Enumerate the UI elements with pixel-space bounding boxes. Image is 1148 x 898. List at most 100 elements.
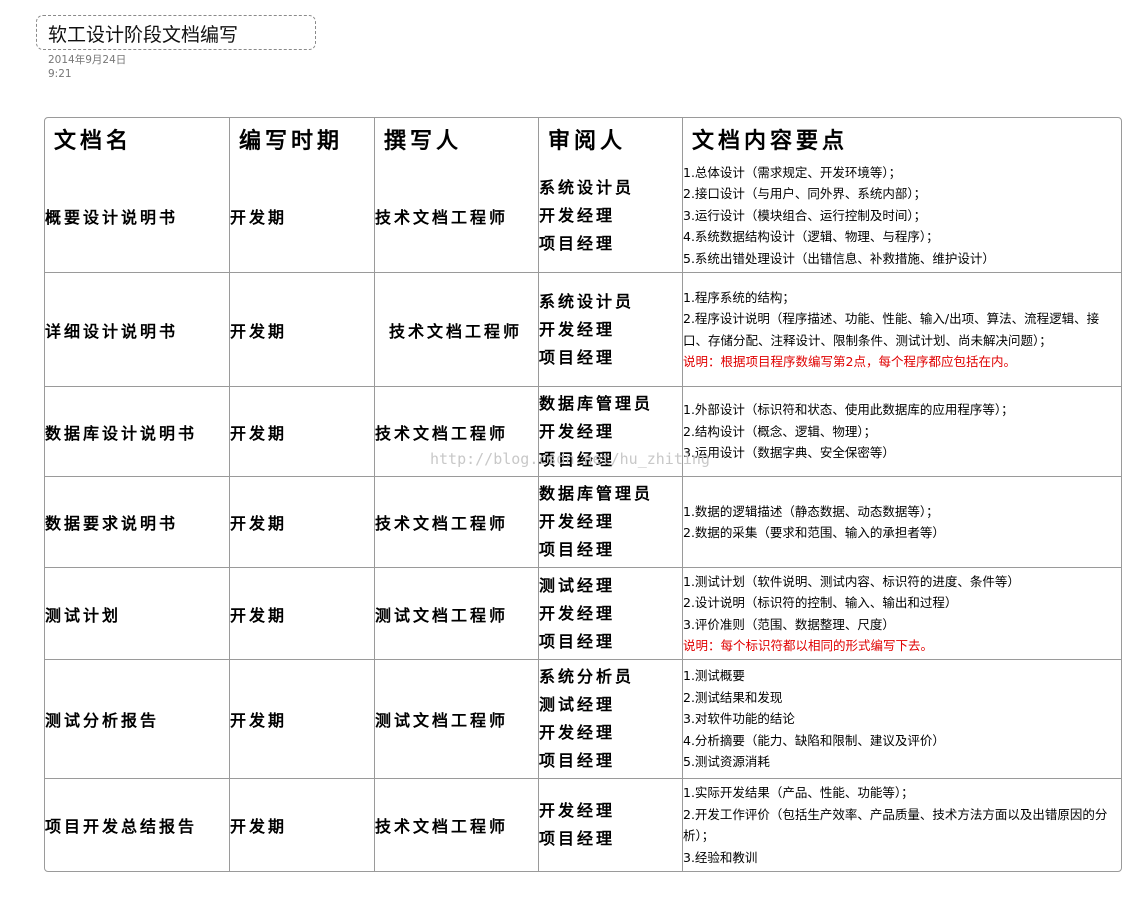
reviewer-cell: 数据库管理员 开发经理项目经理: [539, 387, 683, 477]
content-point: 2.接口设计（与用户、同外界、系统内部）；: [683, 186, 927, 202]
content-point: 2.开发工作评价（包括生产效率、产品质量、技术方法方面以及出错原因的分析）；: [683, 806, 1108, 844]
reviewer-cell: 开发经理 项目经理: [539, 779, 683, 871]
table-row: 项目开发总结报告 开发期 技术文档工程师 开发经理 项目经理 1.实际开发结果（产品、性能…: [45, 779, 1121, 871]
reviewer-cell: 系统设计员开发经理项目经理: [539, 159, 683, 273]
content-point: 4.分析摘要（能力、缺陷和限制、建议及评价）: [683, 732, 945, 748]
author-cell: 技术文档工程师: [375, 159, 539, 273]
content-cell: 1.外部设计（标识符和状态、使用此数据库的应用程序等）； 2.结构设计（概念、逻辑…: [683, 387, 1121, 477]
doc-name-cell: 数据库设计说明书: [45, 387, 230, 477]
reviewer-name: 测试经理: [539, 695, 616, 714]
reviewer-cell: 数据库管理员 开发经理项目经理: [539, 477, 683, 568]
page-title: 软工设计阶段文档编写: [36, 15, 316, 50]
content-note: 说明：每个标识符都以相同的形式编写下去。: [683, 638, 934, 653]
reviewer-name: 开发经理: [539, 603, 616, 623]
doc-name-cell: 数据要求说明书: [45, 477, 230, 568]
content-point: 1.数据的逻辑描述（静态数据、动态数据等）；: [683, 503, 939, 519]
reviewer-name: 项目经理: [539, 631, 616, 651]
reviewer-name: 系统设计员: [539, 291, 635, 311]
doc-name-cell: 测试计划: [45, 568, 230, 660]
reviewer-name: 开发经理: [539, 801, 616, 820]
table-row: 概要设计说明书 开发期 技术文档工程师 系统设计员 开发经理 项目经理 1.总体设计（需求规…: [45, 159, 1121, 273]
reviewer-name: 项目经理: [539, 751, 616, 770]
author-cell: 技术文档工程师: [375, 477, 539, 568]
header-content: 文档内容要点: [692, 127, 849, 154]
content-point: 2.数据的采集（要求和范围、输入的承担者等）: [683, 525, 945, 540]
content-point: 1.总体设计（需求规定、开发环境等）；: [683, 164, 902, 180]
content-point: 2.测试结果和发现: [683, 689, 783, 705]
reviewer-name: 项目经理: [539, 347, 616, 367]
content-point: 3.运用设计（数据字典、安全保密等）: [683, 445, 895, 461]
reviewer-cell: 系统分析员测试经理开发经理项目经理: [539, 660, 683, 779]
period-cell: 开发期: [230, 477, 375, 568]
content-point: 1.测试计划（软件说明、测试内容、标识符的进度、条件等）: [683, 573, 1020, 589]
author-cell: 技术文档工程师: [375, 387, 539, 477]
content-point: 1.外部设计（标识符和状态、使用此数据库的应用程序等）；: [683, 402, 1014, 418]
documents-table: 文档名 编写时期 撰写人 审阅人 文档内容要点 概要设计说明书 开发期 技术文档工程…: [44, 117, 1122, 872]
page-time: 9:21: [48, 68, 72, 80]
table-row: 详细设计说明书 开发期 技术文档工程师 系统设计员 开发经理 项目经理 1.程序系统的结构；…: [45, 273, 1121, 387]
reviewer-name: 项目经理: [539, 233, 616, 253]
content-point: 3.运行设计（模块组合、运行控制及时间）；: [683, 207, 927, 223]
table-row: 测试分析报告 开发期 测试文档工程师 系统分析员 测试经理 开发经理 项目经理 1.测试概要 2…: [45, 660, 1121, 779]
content-point: 1.程序系统的结构；: [683, 289, 795, 305]
content-point: 3.经验和教训: [683, 849, 758, 865]
content-point: 1.实际开发结果（产品、性能、功能等）；: [683, 785, 914, 800]
content-point: 3.对软件功能的结论: [683, 711, 795, 727]
reviewer-name: 开发经理: [539, 512, 616, 531]
content-point: 3.评价准则（范围、数据整理、尺度）: [683, 616, 895, 632]
doc-name-cell: 详细设计说明书: [45, 273, 230, 387]
reviewer-cell: 测试经理开发经理项目经理: [539, 568, 683, 660]
reviewer-name: 项目经理: [539, 449, 616, 469]
table-body: 概要设计说明书 开发期 技术文档工程师 系统设计员 开发经理 项目经理 1.总体设计（需求规…: [45, 159, 1121, 871]
header-author: 撰写人: [375, 118, 539, 159]
page-timestamp: 2014年9月24日 9:21: [48, 53, 126, 81]
reviewer-name: 数据库管理员: [539, 393, 654, 413]
author-cell: 测试文档工程师: [375, 568, 539, 660]
page-date: 2014年9月24日: [48, 54, 127, 66]
header-doc-name: 文档名: [45, 118, 230, 159]
header-reviewer: 审阅人: [539, 118, 683, 159]
content-point: 4.系统数据结构设计（逻辑、物理、与程序）；: [683, 229, 939, 245]
table-header-row: 文档名 编写时期 撰写人 审阅人 文档内容要点: [45, 118, 1121, 159]
reviewer-name: 开发经理: [539, 319, 616, 339]
doc-name-cell: 概要设计说明书: [45, 159, 230, 273]
reviewer-name: 开发经理: [539, 723, 616, 742]
content-cell: 1.总体设计（需求规定、开发环境等）； 2.接口设计（与用户、同外界、系统内部）；…: [683, 159, 1121, 273]
content-point: 2.结构设计（概念、逻辑、物理）；: [683, 423, 877, 439]
author-cell: 技术文档工程师: [375, 779, 539, 871]
author-cell: 技术文档工程师: [375, 273, 539, 387]
reviewer-name: 开发经理: [539, 205, 616, 225]
content-point: 2.设计说明（标识符的控制、输入、输出和过程）: [683, 595, 958, 610]
content-point: 5.系统出错处理设计（出错信息、补救措施、维护设计）: [683, 250, 995, 266]
content-point: 2.程序设计说明（程序描述、功能、性能、输入/出项、算法、流程逻辑、接口、存储分…: [683, 311, 1100, 348]
period-cell: 开发期: [230, 568, 375, 660]
reviewer-name: 系统分析员: [539, 667, 635, 686]
period-cell: 开发期: [230, 660, 375, 779]
content-note: 说明：根据项目程序数编写第2点，每个程序都应包括在内。: [683, 354, 1016, 369]
period-cell: 开发期: [230, 387, 375, 477]
content-cell: 1.测试计划（软件说明、测试内容、标识符的进度、条件等） 2.设计说明（标识符的控…: [683, 568, 1121, 660]
doc-name-cell: 项目开发总结报告: [45, 779, 230, 871]
reviewer-name: 数据库管理员: [539, 484, 654, 503]
table-row: 测试计划 开发期 测试文档工程师 测试经理 开发经理 项目经理 1.测试计划（软件说明、测试…: [45, 568, 1121, 660]
content-cell: 1.程序系统的结构； 2.程序设计说明（程序描述、功能、性能、输入/出项、算法、流…: [683, 273, 1121, 387]
table-row: 数据要求说明书 开发期 技术文档工程师 数据库管理员 开发经理 项目经理 1.数据的逻辑描述…: [45, 477, 1121, 568]
doc-name-cell: 测试分析报告: [45, 660, 230, 779]
reviewer-name: 测试经理: [539, 575, 616, 595]
reviewer-name: 项目经理: [539, 540, 616, 559]
reviewer-name: 系统设计员: [539, 177, 635, 197]
content-cell: 1.测试概要 2.测试结果和发现 3.对软件功能的结论 4.分析摘要（能力、缺陷和限制…: [683, 660, 1121, 779]
header-period: 编写时期: [230, 118, 375, 159]
period-cell: 开发期: [230, 779, 375, 871]
table-row: 数据库设计说明书 开发期 技术文档工程师 数据库管理员 开发经理 项目经理 1.外部设计（标…: [45, 387, 1121, 477]
content-point: 5.测试资源消耗: [683, 754, 770, 770]
content-point: 1.测试概要: [683, 668, 745, 684]
period-cell: 开发期: [230, 159, 375, 273]
content-cell: 1.实际开发结果（产品、性能、功能等）； 2.开发工作评价（包括生产效率、产品质量…: [683, 779, 1121, 871]
content-cell: 1.数据的逻辑描述（静态数据、动态数据等）； 2.数据的采集（要求和范围、输入的承…: [683, 477, 1121, 568]
period-cell: 开发期: [230, 273, 375, 387]
reviewer-name: 开发经理: [539, 421, 616, 441]
reviewer-name: 项目经理: [539, 829, 616, 848]
author-cell: 测试文档工程师: [375, 660, 539, 779]
reviewer-cell: 系统设计员开发经理项目经理: [539, 273, 683, 387]
